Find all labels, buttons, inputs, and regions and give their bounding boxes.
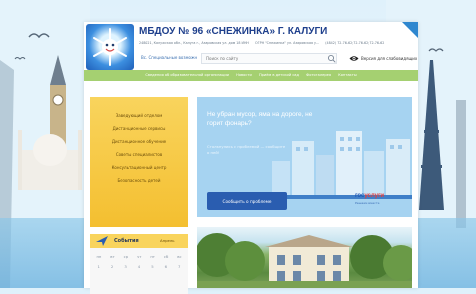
special-features-link[interactable]: Вс. Специальные возможн [141, 55, 197, 60]
accessible-version-link[interactable]: Версия для слабовидящих [361, 56, 417, 61]
plane-icon [96, 236, 108, 246]
search-input[interactable] [201, 53, 337, 64]
weekday-label: сб [163, 254, 169, 259]
contact-details: ОГРН "Снежинка" ул. Азаровская у... [254, 41, 320, 45]
gosuslugi-problem-banner[interactable]: Не убран мусор, яма на дороге, не горит … [197, 97, 412, 217]
gos-logo-accent: услуги [364, 193, 385, 199]
weekday-label: чт [136, 254, 142, 259]
weekday-label: вс [177, 254, 182, 259]
building-photo-image [197, 233, 412, 288]
calendar-date[interactable]: 7 [178, 264, 180, 269]
sidebar-link[interactable]: Советы специалистов [90, 148, 188, 161]
eye-icon[interactable] [349, 55, 359, 62]
contact-phone: (4842) 72-76-62;72-76-62;72-76-62 [325, 41, 385, 45]
sidebar-link[interactable]: Дистанционные сервисы [90, 122, 188, 135]
snowflake-logo[interactable] [86, 24, 134, 70]
banner-heading: Не убран мусор, яма на дороге, не горит … [207, 111, 313, 127]
events-title: События [114, 238, 139, 244]
sidebar-link[interactable]: Безопасность детей [90, 174, 188, 187]
events-header: События Апрель [90, 234, 188, 248]
site-contacts: 248021, Калужская обл., Калуга г., Азаро… [139, 41, 414, 45]
sidebar-links-panel: Заведующий отделом Дистанционные сервисы… [90, 97, 188, 227]
page-container: МБДОУ № 96 «СНЕЖИНКА» Г. КАЛУГИ 248021, … [84, 22, 418, 294]
weekday-label: пн [96, 254, 102, 259]
events-calendar: События Апрель пн вт ср чт пт сб вс 1 2 … [90, 234, 188, 294]
contact-address: 248021, Калужская обл., Калуга г., Азаро… [139, 41, 249, 45]
banner-subtitle: Столкнулись с проблемой — сообщите о ней… [207, 144, 286, 155]
header-utility-bar: Вс. Специальные возможн Версия для слабо… [139, 53, 418, 65]
sidebar-link[interactable]: Дистанционное обучение [90, 135, 188, 148]
nav-item-contacts[interactable]: Контакты [338, 73, 357, 77]
calendar-weekdays: пн вт ср чт пт сб вс [92, 254, 186, 259]
weekday-label: ср [123, 254, 129, 259]
main-navigation: Сведения об образовательной организации … [84, 70, 418, 81]
gosuslugi-tagline: Решаем вместе [355, 201, 380, 205]
sidebar-link[interactable]: Консультационный центр [90, 161, 188, 174]
seagull-icon [14, 57, 26, 60]
calendar-date[interactable]: 1 [98, 264, 100, 269]
site-title[interactable]: МБДОУ № 96 «СНЕЖИНКА» Г. КАЛУГИ [139, 26, 327, 37]
calendar-date[interactable]: 4 [138, 264, 140, 269]
sidebar-link[interactable]: Заведующий отделом [90, 109, 188, 122]
corner-ribbon [402, 22, 418, 38]
nav-item-organization-info[interactable]: Сведения об образовательной организации [145, 73, 229, 77]
report-problem-button[interactable]: Сообщить о проблеме [207, 192, 287, 210]
snowflake-icon [93, 28, 127, 66]
calendar-date[interactable]: 2 [111, 264, 113, 269]
seagull-icon [428, 48, 444, 52]
gos-logo-main: гос [355, 193, 365, 199]
search-icon[interactable] [327, 54, 336, 63]
calendar-dates: 1 2 3 4 5 6 7 [92, 264, 186, 269]
nav-item-photo-gallery[interactable]: Фотогалерея [306, 73, 331, 77]
calendar-date[interactable]: 5 [151, 264, 153, 269]
gosuslugi-logo[interactable]: госуслуги [355, 193, 384, 199]
city-skyline-illustration [272, 131, 412, 199]
weekday-label: пт [150, 254, 156, 259]
calendar-date[interactable]: 6 [165, 264, 167, 269]
calendar-date[interactable]: 3 [124, 264, 126, 269]
kindergarten-building-photo[interactable] [197, 227, 412, 288]
site-header: МБДОУ № 96 «СНЕЖИНКА» Г. КАЛУГИ 248021, … [84, 22, 418, 70]
events-month[interactable]: Апрель [160, 238, 175, 243]
seagull-icon [28, 33, 50, 39]
nav-item-admission[interactable]: Приём в детский сад [259, 73, 299, 77]
weekday-label: вт [110, 254, 115, 259]
nav-item-news[interactable]: Новости [236, 73, 252, 77]
